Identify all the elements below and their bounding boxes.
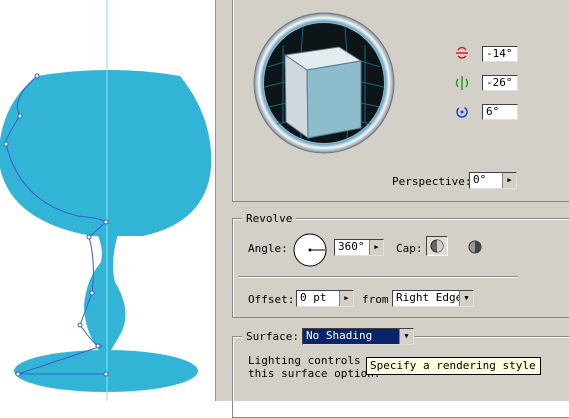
rotate-y-icon [455, 76, 469, 90]
rotate-x-icon [456, 46, 468, 59]
perspective-value: 0° [473, 173, 487, 186]
perspective-arrow-icon[interactable]: ▶ [502, 173, 516, 188]
surface-select[interactable]: No Shading ▼ [302, 328, 414, 345]
y-axis-rotation-field[interactable]: -26° [482, 75, 518, 91]
3d-revolve-options-panel: -14° -26° 6° Perspective: 0° ▶ Revolve A… [215, 0, 569, 418]
angle-field[interactable]: 360° ▶ [334, 239, 384, 256]
from-label: from [362, 293, 389, 306]
revolve-title: Revolve [242, 212, 297, 225]
cap-off-icon[interactable] [466, 238, 484, 256]
surface-label: Surface: [242, 330, 303, 343]
surface-tooltip: Specify a rendering style [366, 357, 541, 375]
angle-arrow-icon[interactable]: ▶ [369, 240, 383, 255]
cap-on-icon [430, 239, 444, 253]
goblet-artwork[interactable] [0, 0, 215, 401]
surface-value: No Shading [306, 329, 373, 342]
offset-arrow-icon[interactable]: ▶ [339, 291, 353, 306]
revolve-divider [238, 276, 518, 278]
offset-field[interactable]: 0 pt ▶ [296, 290, 354, 307]
from-edge-value: Right Edge [396, 291, 463, 304]
perspective-field[interactable]: 0° ▶ [469, 172, 517, 189]
perspective-label: Perspective: [392, 175, 472, 188]
lighting-note-line2: this surface option. [248, 367, 381, 380]
artboard[interactable] [0, 0, 215, 401]
offset-label: Offset: [248, 293, 295, 306]
angle-value: 360° [338, 240, 365, 253]
offset-value: 0 pt [300, 291, 327, 304]
track-cube-widget[interactable] [253, 12, 395, 154]
cube-front-face [306, 60, 362, 139]
cap-on-button[interactable] [426, 236, 448, 256]
cap-label: Cap: [396, 242, 423, 255]
rotate-z-icon [456, 106, 468, 118]
angle-label: Angle: [248, 242, 288, 255]
x-axis-rotation-field[interactable]: -14° [482, 46, 518, 62]
from-edge-select[interactable]: Right Edge ▼ [392, 290, 474, 307]
goblet-base [14, 350, 198, 392]
angle-dial-icon[interactable] [292, 232, 328, 268]
surface-chevron-down-icon[interactable]: ▼ [399, 329, 413, 344]
z-axis-rotation-field[interactable]: 6° [482, 104, 518, 120]
goblet-bowl [0, 70, 212, 236]
chevron-down-icon[interactable]: ▼ [459, 291, 473, 306]
